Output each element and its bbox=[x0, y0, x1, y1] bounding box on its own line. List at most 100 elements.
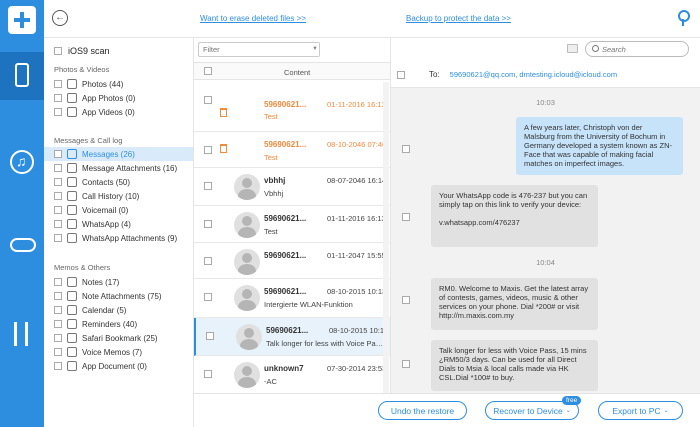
checkbox[interactable] bbox=[54, 108, 62, 116]
row-checkbox[interactable] bbox=[204, 293, 212, 301]
category-label: Notes (17) bbox=[82, 277, 120, 287]
row-checkbox[interactable] bbox=[204, 220, 212, 228]
filter-select[interactable] bbox=[198, 42, 320, 57]
erase-deleted-link[interactable]: Want to erase deleted files >> bbox=[200, 14, 306, 23]
table-row[interactable]: vbhhj 08-07-2046 16:14 Vbhhj bbox=[194, 168, 390, 206]
checkbox[interactable] bbox=[54, 334, 62, 342]
chevron-down-icon[interactable]: ▼ bbox=[312, 46, 318, 52]
recover-label: Recover to Device bbox=[493, 405, 563, 416]
checkbox[interactable] bbox=[54, 178, 62, 186]
chevron-down-icon: ⌄ bbox=[663, 408, 669, 414]
message-timestamp: 10:03 bbox=[536, 98, 555, 107]
row-checkbox[interactable] bbox=[204, 182, 212, 190]
row-checkbox[interactable] bbox=[204, 370, 212, 378]
search-box[interactable] bbox=[585, 41, 689, 57]
category-contacts[interactable]: Contacts (50) bbox=[44, 175, 193, 189]
checkbox[interactable] bbox=[54, 94, 62, 102]
checkbox[interactable] bbox=[54, 348, 62, 356]
checkbox[interactable] bbox=[54, 164, 62, 172]
checkbox[interactable] bbox=[54, 150, 62, 158]
export-label: Export to PC bbox=[612, 405, 661, 416]
music-icon[interactable] bbox=[10, 150, 34, 174]
message-checkbox[interactable] bbox=[402, 145, 410, 153]
table-row-selected[interactable]: 59690621... 08-10-2015 10:13 Talk longer… bbox=[194, 318, 390, 356]
call-history-icon bbox=[67, 191, 77, 201]
category-safari-bookmark[interactable]: Safari Bookmark (25) bbox=[44, 331, 193, 345]
cloud-icon[interactable] bbox=[10, 238, 36, 252]
checkbox[interactable] bbox=[54, 320, 62, 328]
row-date: 07-30-2014 23:53 bbox=[327, 364, 387, 373]
ios-scan-checkbox[interactable] bbox=[54, 47, 62, 55]
message-checkbox[interactable] bbox=[402, 360, 410, 368]
row-name: vbhhj bbox=[264, 176, 286, 185]
print-icon[interactable] bbox=[567, 44, 578, 53]
phone-icon[interactable] bbox=[15, 63, 29, 87]
select-all-checkbox[interactable] bbox=[204, 67, 212, 75]
category-label: Voicemail (0) bbox=[82, 205, 129, 215]
key-icon[interactable] bbox=[678, 10, 690, 26]
checkbox[interactable] bbox=[54, 362, 62, 370]
app-photos-icon bbox=[67, 93, 77, 103]
row-date: 08-10-2015 10:13 bbox=[329, 326, 389, 335]
category-app-videos[interactable]: App Videos (0) bbox=[44, 105, 193, 119]
category-voicemail[interactable]: Voicemail (0) bbox=[44, 203, 193, 217]
category-whatsapp-attachments[interactable]: WhatsApp Attachments (9) bbox=[44, 231, 193, 245]
category-message-attachments[interactable]: Message Attachments (16) bbox=[44, 161, 193, 175]
category-label: App Photos (0) bbox=[82, 93, 136, 103]
category-app-document[interactable]: App Document (0) bbox=[44, 359, 193, 373]
ios-scan-row[interactable]: iOS9 scan bbox=[44, 44, 193, 58]
voicemail-icon bbox=[67, 205, 77, 215]
note-attachment-icon bbox=[67, 291, 77, 301]
message-checkbox[interactable] bbox=[402, 296, 410, 304]
message-checkbox[interactable] bbox=[402, 213, 410, 221]
category-label: App Videos (0) bbox=[82, 107, 135, 117]
list-scrollbar[interactable] bbox=[383, 82, 389, 427]
category-messages[interactable]: Messages (26) bbox=[44, 147, 193, 161]
row-name: 59690621... bbox=[266, 326, 309, 335]
checkbox[interactable] bbox=[54, 234, 62, 242]
row-checkbox[interactable] bbox=[204, 146, 212, 154]
export-to-pc-button[interactable]: Export to PC ⌄ bbox=[598, 401, 683, 420]
checkbox[interactable] bbox=[54, 220, 62, 228]
category-voice-memos[interactable]: Voice Memos (7) bbox=[44, 345, 193, 359]
avatar bbox=[236, 324, 262, 350]
search-input[interactable] bbox=[602, 44, 684, 55]
table-row[interactable]: 59690621... 01-11-2047 15:55 bbox=[194, 243, 390, 279]
checkbox[interactable] bbox=[54, 80, 62, 88]
row-checkbox[interactable] bbox=[206, 332, 214, 340]
row-checkbox[interactable] bbox=[204, 257, 212, 265]
category-calendar[interactable]: Calendar (5) bbox=[44, 303, 193, 317]
checkbox[interactable] bbox=[54, 278, 62, 286]
backup-link[interactable]: Backup to protect the data >> bbox=[406, 14, 511, 23]
table-row[interactable]: 59690621... 01-11-2016 16:13 Test bbox=[194, 206, 390, 243]
category-sidebar: iOS9 scan Photos & Videos Photos (44) Ap… bbox=[44, 38, 194, 427]
message-bubble-incoming: RM0. Welcome to Maxis. Get the latest ar… bbox=[431, 278, 598, 330]
table-row[interactable]: 59690621... 01-11-2016 16:13 Test bbox=[194, 96, 390, 132]
table-row[interactable]: 59690621... 08-10-2046 07:46 Test bbox=[194, 132, 390, 168]
category-reminders[interactable]: Reminders (40) bbox=[44, 317, 193, 331]
checkbox[interactable] bbox=[54, 306, 62, 314]
checkbox[interactable] bbox=[54, 206, 62, 214]
category-note-attachments[interactable]: Note Attachments (75) bbox=[44, 289, 193, 303]
category-notes[interactable]: Notes (17) bbox=[44, 275, 193, 289]
conversation-checkbox[interactable] bbox=[397, 70, 405, 79]
category-whatsapp[interactable]: WhatsApp (4) bbox=[44, 217, 193, 231]
avatar bbox=[234, 285, 260, 311]
whatsapp-attachment-icon bbox=[67, 233, 77, 243]
category-call-history[interactable]: Call History (10) bbox=[44, 189, 193, 203]
back-button[interactable]: ← bbox=[52, 10, 68, 26]
category-label: WhatsApp (4) bbox=[82, 219, 131, 229]
checkbox[interactable] bbox=[54, 192, 62, 200]
category-app-photos[interactable]: App Photos (0) bbox=[44, 91, 193, 105]
undo-restore-button[interactable]: Undo the restore bbox=[378, 401, 467, 420]
tools-icon[interactable] bbox=[10, 322, 34, 346]
table-row[interactable]: 59690621... 08-10-2015 10:13 Intergierte… bbox=[194, 279, 390, 318]
attachment-icon bbox=[67, 163, 77, 173]
table-row[interactable]: unknown7 07-30-2014 23:53 -AC bbox=[194, 356, 390, 394]
message-bubble-incoming: Talk longer for less with Voice Pass, 15… bbox=[431, 340, 598, 391]
row-checkbox[interactable] bbox=[204, 96, 212, 104]
conversation-toolbar bbox=[391, 38, 700, 62]
row-snippet: Test bbox=[264, 112, 278, 121]
category-photos[interactable]: Photos (44) bbox=[44, 77, 193, 91]
checkbox[interactable] bbox=[54, 292, 62, 300]
